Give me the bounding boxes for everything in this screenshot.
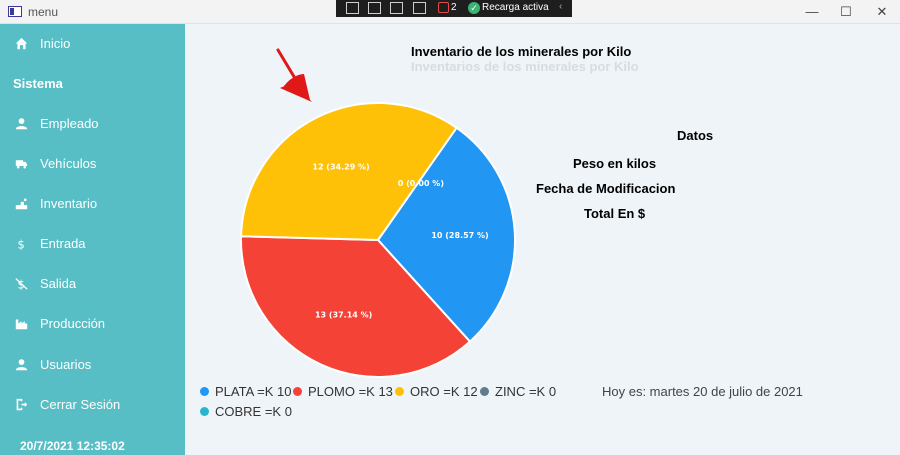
sidebar-item-empleado[interactable]: Empleado xyxy=(0,105,185,141)
legend-label: PLATA =K 10 xyxy=(215,384,292,399)
legend-label: ZINC =K 0 xyxy=(495,384,557,399)
sidebar-item-label: Inicio xyxy=(40,35,71,51)
legend-dot-icon xyxy=(480,387,489,396)
person-icon xyxy=(13,356,29,372)
section-title-sistema: Sistema xyxy=(13,76,63,91)
legend-item-zinc[interactable]: ZINC =K 0 xyxy=(480,384,556,399)
sidebar-item-label: Usuarios xyxy=(40,356,92,372)
sidebar-item-label: Entrada xyxy=(40,235,86,251)
binding-errors-count: 2 xyxy=(451,2,457,13)
svg-text:$: $ xyxy=(17,237,24,250)
pie-chart: 10 (28.57 %) 13 (37.14 %) 12 (34.29 %) 0 (0… xyxy=(240,102,516,378)
person-icon xyxy=(13,115,29,131)
sidebar: Inicio Sistema Empleado Vehículos Invent… xyxy=(0,24,185,455)
factory-icon xyxy=(13,315,29,331)
hot-reload-check-icon: ✓ xyxy=(468,2,480,14)
home-icon xyxy=(13,35,29,51)
pie-label-plata: 10 (28.57 %) xyxy=(431,231,488,240)
sidebar-item-entrada[interactable]: $ Entrada xyxy=(0,225,185,261)
sidebar-item-label: Producción xyxy=(40,315,106,331)
sidebar-datetime: 20/7/2021 12:35:02 xyxy=(20,439,125,453)
sidebar-item-cerrar-sesion[interactable]: Cerrar Sesión xyxy=(0,386,185,422)
hot-reload-status[interactable]: Recarga activa xyxy=(482,2,549,13)
sidebar-item-label: Vehículos xyxy=(40,155,97,171)
window-title: menu xyxy=(28,5,59,19)
collapse-toolbar-icon[interactable]: ‹ xyxy=(559,1,562,12)
legend-label: ORO =K 12 xyxy=(410,384,478,399)
inventory-icon xyxy=(13,195,29,211)
logout-icon xyxy=(13,396,29,412)
pie-label-plomo: 13 (37.14 %) xyxy=(315,311,372,320)
close-button[interactable]: ✕ xyxy=(868,3,896,21)
track-focus-icon[interactable] xyxy=(413,2,426,14)
legend-item-plata[interactable]: PLATA =K 10 xyxy=(200,384,291,399)
legend-item-plomo[interactable]: PLOMO =K 13 xyxy=(293,384,393,399)
chart-title: Inventario de los minerales por Kilo xyxy=(411,44,632,59)
sidebar-item-inicio[interactable]: Inicio xyxy=(0,25,185,61)
legend-dot-icon xyxy=(200,387,209,396)
modified-date-label: Fecha de Modificacion xyxy=(536,181,676,196)
sidebar-item-inventario[interactable]: Inventario xyxy=(0,185,185,221)
chart-subtitle: Inventarios de los minerales por Kilo xyxy=(411,59,639,74)
sidebar-item-label: Empleado xyxy=(40,115,99,131)
minimize-button[interactable]: — xyxy=(798,3,826,21)
total-label: Total En $ xyxy=(584,206,646,221)
sidebar-item-produccion[interactable]: Producción xyxy=(0,305,185,341)
legend-label: COBRE =K 0 xyxy=(215,404,292,419)
weight-label: Peso en kilos xyxy=(573,156,657,171)
binding-errors-icon[interactable] xyxy=(438,2,449,13)
details-title: Datos xyxy=(677,128,714,143)
no-dollar-icon: $ xyxy=(13,275,29,291)
pie-label-oro: 12 (34.29 %) xyxy=(312,163,369,172)
legend-item-oro[interactable]: ORO =K 12 xyxy=(395,384,478,399)
pie-label-zinc: 0 (0.00 %) xyxy=(398,179,444,188)
sidebar-item-usuarios[interactable]: Usuarios xyxy=(0,346,185,382)
pointer-icon[interactable] xyxy=(368,2,381,14)
select-element-icon[interactable] xyxy=(346,2,359,14)
debug-toolbar: 2 ✓ Recarga activa ‹ xyxy=(336,0,572,17)
legend-dot-icon xyxy=(395,387,404,396)
sidebar-item-vehiculos[interactable]: Vehículos xyxy=(0,145,185,181)
sidebar-item-salida[interactable]: $ Salida xyxy=(0,265,185,301)
legend-item-cobre[interactable]: COBRE =K 0 xyxy=(200,404,292,419)
legend-dot-icon xyxy=(293,387,302,396)
maximize-button[interactable]: ☐ xyxy=(832,3,860,21)
sidebar-item-label: Cerrar Sesión xyxy=(40,396,121,412)
truck-icon xyxy=(13,155,29,171)
layout-adorner-icon[interactable] xyxy=(390,2,403,14)
app-window-icon xyxy=(8,6,22,17)
legend-dot-icon xyxy=(200,407,209,416)
dollar-icon: $ xyxy=(13,235,29,251)
legend-label: PLOMO =K 13 xyxy=(308,384,393,399)
sidebar-item-label: Salida xyxy=(40,275,77,291)
current-date-text: Hoy es: martes 20 de julio de 2021 xyxy=(602,384,803,399)
sidebar-item-label: Inventario xyxy=(40,195,98,211)
